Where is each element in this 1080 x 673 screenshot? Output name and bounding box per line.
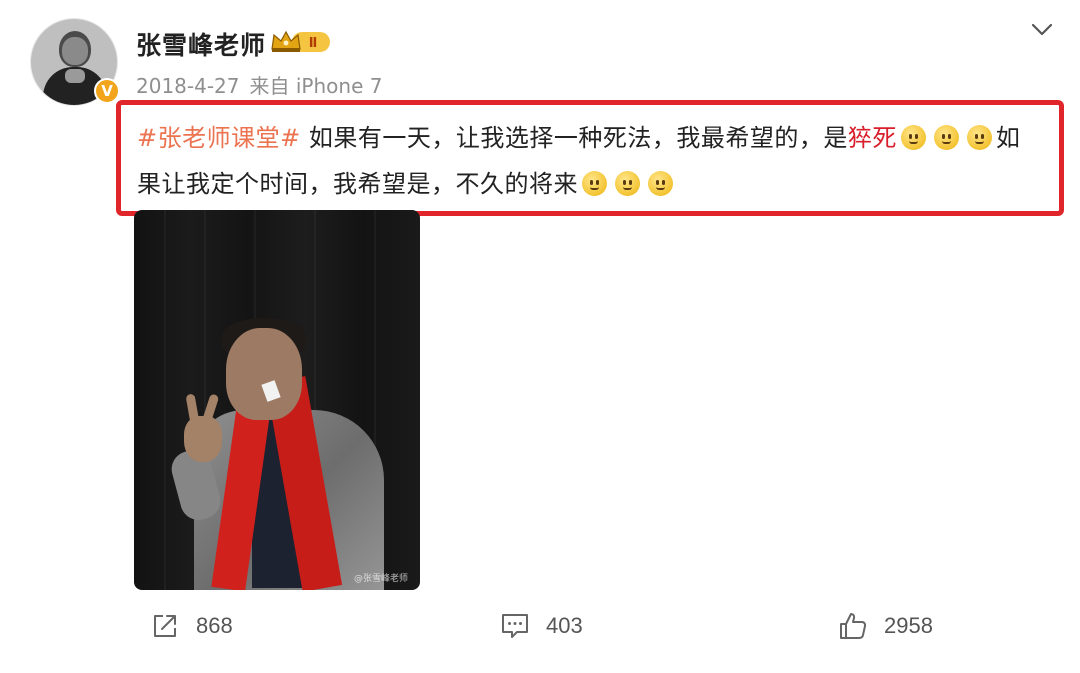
smile-emoji-icon (933, 125, 959, 150)
avatar[interactable]: V (30, 18, 120, 106)
post-text: #张老师课堂# 如果有一天，让我选择一种死法，我最希望的，是猝死 如果让我定个时间… (116, 100, 1064, 216)
post-image[interactable]: @张雪峰老师 (134, 210, 420, 590)
comment-count: 403 (546, 613, 583, 638)
image-watermark: @张雪峰老师 (353, 574, 408, 584)
smile-emoji-icon (648, 171, 673, 196)
verified-badge-icon: V (94, 78, 120, 104)
repost-button[interactable]: 868 (150, 606, 233, 646)
action-bar: 868 403 2958 (0, 606, 1080, 646)
comment-button[interactable]: 403 (500, 606, 583, 646)
vip-level: Ⅱ (309, 36, 318, 51)
like-count: 2958 (884, 613, 933, 638)
thumbs-up-icon (840, 613, 867, 639)
like-button[interactable]: 2958 (838, 606, 933, 646)
smile-emoji-icon (615, 171, 640, 196)
smile-emoji-icon (900, 125, 926, 150)
smile-emoji-icon (582, 171, 607, 196)
highlight-word: 猝死 (847, 124, 897, 152)
post-text-part-1: 如果有一天，让我选择一种死法，我最希望的，是 (300, 124, 848, 152)
chevron-down-icon[interactable] (1030, 20, 1054, 40)
hashtag-link[interactable]: #张老师课堂# (137, 124, 301, 152)
post-date[interactable]: 2018-4-27 (136, 74, 240, 98)
post-meta: 2018-4-27 来自 iPhone 7 (136, 70, 382, 99)
post-source: 来自 iPhone 7 (249, 74, 383, 98)
comment-icon (502, 614, 528, 638)
repost-icon (154, 615, 176, 637)
repost-count: 868 (196, 613, 233, 638)
smile-emoji-icon (966, 125, 992, 150)
username[interactable]: 张雪峰老师 (136, 26, 266, 62)
crown-vip-icon[interactable]: Ⅱ (270, 29, 332, 55)
